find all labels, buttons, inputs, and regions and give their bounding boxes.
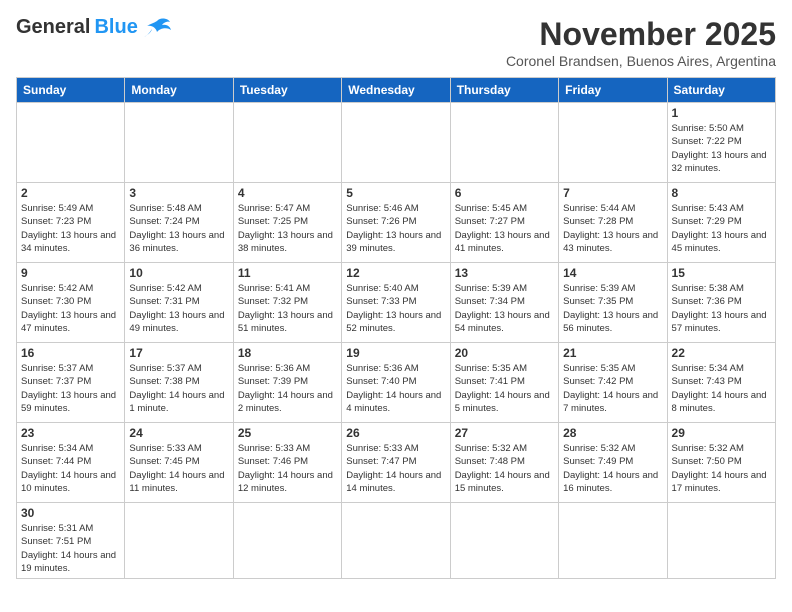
header-monday: Monday: [125, 78, 233, 103]
empty-cell: [450, 103, 558, 183]
day-13: 13 Sunrise: 5:39 AMSunset: 7:34 PMDaylig…: [450, 263, 558, 343]
day-10: 10 Sunrise: 5:42 AMSunset: 7:31 PMDaylig…: [125, 263, 233, 343]
table-row: 1 Sunrise: 5:50 AMSunset: 7:22 PMDayligh…: [17, 103, 776, 183]
header-wednesday: Wednesday: [342, 78, 450, 103]
table-row: 16 Sunrise: 5:37 AMSunset: 7:37 PMDaylig…: [17, 343, 776, 423]
logo: General Blue: [16, 16, 172, 39]
day-2: 2 Sunrise: 5:49 AMSunset: 7:23 PMDayligh…: [17, 183, 125, 263]
day-21: 21 Sunrise: 5:35 AMSunset: 7:42 PMDaylig…: [559, 343, 667, 423]
day-22: 22 Sunrise: 5:34 AMSunset: 7:43 PMDaylig…: [667, 343, 775, 423]
calendar-table: Sunday Monday Tuesday Wednesday Thursday…: [16, 77, 776, 579]
empty-cell: [450, 503, 558, 579]
header-tuesday: Tuesday: [233, 78, 341, 103]
page-header: General Blue November 2025 Coronel Brand…: [16, 16, 776, 69]
day-15: 15 Sunrise: 5:38 AMSunset: 7:36 PMDaylig…: [667, 263, 775, 343]
day-29: 29 Sunrise: 5:32 AMSunset: 7:50 PMDaylig…: [667, 423, 775, 503]
day-12: 12 Sunrise: 5:40 AMSunset: 7:33 PMDaylig…: [342, 263, 450, 343]
day-26: 26 Sunrise: 5:33 AMSunset: 7:47 PMDaylig…: [342, 423, 450, 503]
day-7: 7 Sunrise: 5:44 AMSunset: 7:28 PMDayligh…: [559, 183, 667, 263]
header-saturday: Saturday: [667, 78, 775, 103]
empty-cell: [17, 103, 125, 183]
table-row: 23 Sunrise: 5:34 AMSunset: 7:44 PMDaylig…: [17, 423, 776, 503]
empty-cell: [125, 503, 233, 579]
day-11: 11 Sunrise: 5:41 AMSunset: 7:32 PMDaylig…: [233, 263, 341, 343]
day-27: 27 Sunrise: 5:32 AMSunset: 7:48 PMDaylig…: [450, 423, 558, 503]
day-6: 6 Sunrise: 5:45 AMSunset: 7:27 PMDayligh…: [450, 183, 558, 263]
logo-bird-icon: [142, 17, 172, 39]
day-18: 18 Sunrise: 5:36 AMSunset: 7:39 PMDaylig…: [233, 343, 341, 423]
empty-cell: [233, 503, 341, 579]
empty-cell: [342, 103, 450, 183]
table-row: 9 Sunrise: 5:42 AMSunset: 7:30 PMDayligh…: [17, 263, 776, 343]
location-subtitle: Coronel Brandsen, Buenos Aires, Argentin…: [506, 53, 776, 69]
day-4: 4 Sunrise: 5:47 AMSunset: 7:25 PMDayligh…: [233, 183, 341, 263]
title-area: November 2025 Coronel Brandsen, Buenos A…: [506, 16, 776, 69]
empty-cell: [667, 503, 775, 579]
day-16: 16 Sunrise: 5:37 AMSunset: 7:37 PMDaylig…: [17, 343, 125, 423]
day-1: 1 Sunrise: 5:50 AMSunset: 7:22 PMDayligh…: [667, 103, 775, 183]
empty-cell: [125, 103, 233, 183]
logo-text-blue: Blue: [94, 16, 137, 39]
header-thursday: Thursday: [450, 78, 558, 103]
empty-cell: [559, 103, 667, 183]
day-24: 24 Sunrise: 5:33 AMSunset: 7:45 PMDaylig…: [125, 423, 233, 503]
empty-cell: [233, 103, 341, 183]
table-row: 2 Sunrise: 5:49 AMSunset: 7:23 PMDayligh…: [17, 183, 776, 263]
day-19: 19 Sunrise: 5:36 AMSunset: 7:40 PMDaylig…: [342, 343, 450, 423]
empty-cell: [342, 503, 450, 579]
day-23: 23 Sunrise: 5:34 AMSunset: 7:44 PMDaylig…: [17, 423, 125, 503]
day-5: 5 Sunrise: 5:46 AMSunset: 7:26 PMDayligh…: [342, 183, 450, 263]
day-8: 8 Sunrise: 5:43 AMSunset: 7:29 PMDayligh…: [667, 183, 775, 263]
empty-cell: [559, 503, 667, 579]
day-14: 14 Sunrise: 5:39 AMSunset: 7:35 PMDaylig…: [559, 263, 667, 343]
header-sunday: Sunday: [17, 78, 125, 103]
day-25: 25 Sunrise: 5:33 AMSunset: 7:46 PMDaylig…: [233, 423, 341, 503]
weekday-header-row: Sunday Monday Tuesday Wednesday Thursday…: [17, 78, 776, 103]
table-row: 30 Sunrise: 5:31 AMSunset: 7:51 PMDaylig…: [17, 503, 776, 579]
day-17: 17 Sunrise: 5:37 AMSunset: 7:38 PMDaylig…: [125, 343, 233, 423]
day-3: 3 Sunrise: 5:48 AMSunset: 7:24 PMDayligh…: [125, 183, 233, 263]
day-30: 30 Sunrise: 5:31 AMSunset: 7:51 PMDaylig…: [17, 503, 125, 579]
day-28: 28 Sunrise: 5:32 AMSunset: 7:49 PMDaylig…: [559, 423, 667, 503]
month-title: November 2025: [506, 16, 776, 53]
day-9: 9 Sunrise: 5:42 AMSunset: 7:30 PMDayligh…: [17, 263, 125, 343]
header-friday: Friday: [559, 78, 667, 103]
day-20: 20 Sunrise: 5:35 AMSunset: 7:41 PMDaylig…: [450, 343, 558, 423]
logo-text-general: General: [16, 16, 90, 39]
